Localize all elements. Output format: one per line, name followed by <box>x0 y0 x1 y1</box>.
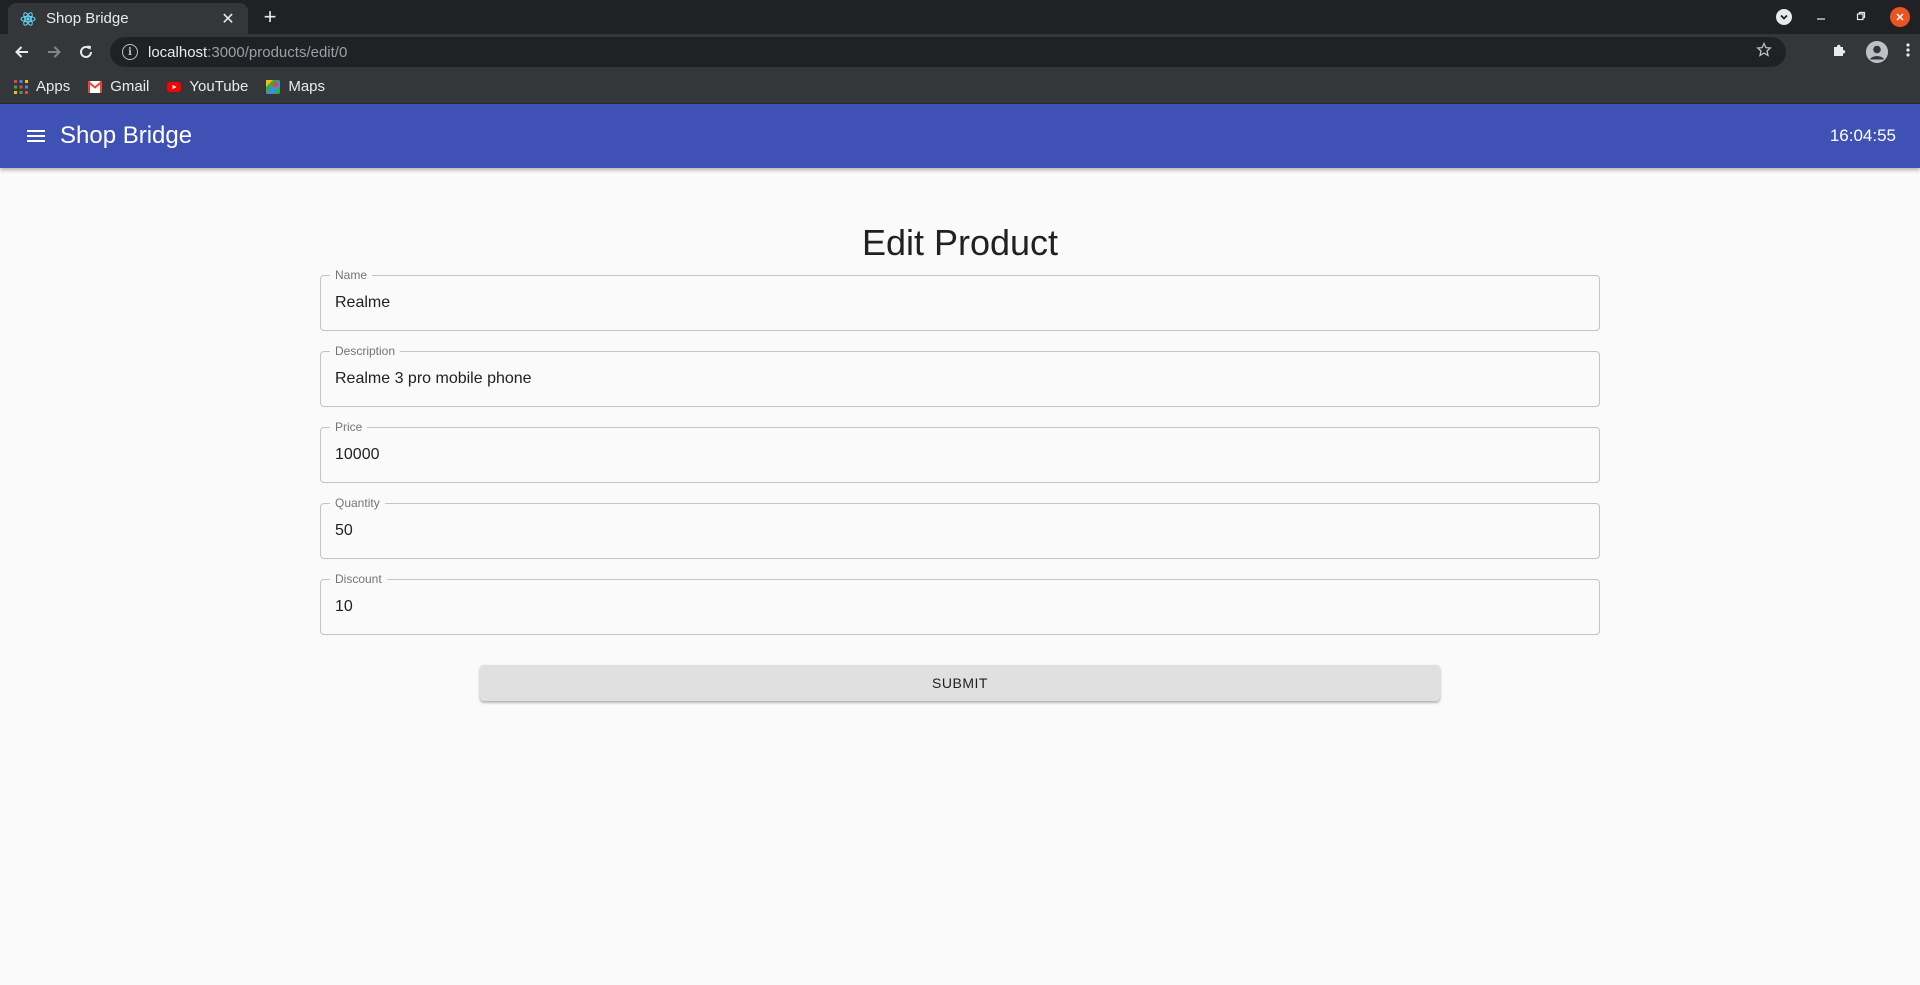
url-path: :3000/products/edit/0 <box>207 43 348 61</box>
page-title: Edit Product <box>861 222 1059 263</box>
discount-field: Discount <box>320 572 1600 635</box>
price-field: Price <box>320 420 1600 483</box>
description-input[interactable] <box>335 352 1585 406</box>
address-bar[interactable]: i localhost:3000/products/edit/0 <box>110 37 1786 67</box>
window-close-icon[interactable] <box>1890 7 1910 27</box>
browser-toolbar: i localhost:3000/products/edit/0 <box>0 34 1920 70</box>
restore-icon[interactable] <box>1850 10 1872 24</box>
site-info-icon[interactable]: i <box>122 44 138 60</box>
bookmarks-bar: Apps Gmail YouTube Maps <box>0 70 1920 104</box>
new-tab-button[interactable]: + <box>258 5 282 29</box>
browser-menu-icon[interactable] <box>1906 42 1910 63</box>
bookmark-youtube[interactable]: YouTube <box>167 78 248 95</box>
discount-input[interactable] <box>335 580 1585 634</box>
forward-icon[interactable] <box>40 38 68 66</box>
youtube-icon <box>167 80 182 94</box>
url-text[interactable]: localhost:3000/products/edit/0 <box>148 44 347 61</box>
submit-button[interactable]: SUBMIT <box>480 665 1440 701</box>
name-field: Name <box>320 268 1600 331</box>
bookmark-label: YouTube <box>189 78 249 95</box>
tab-close-icon[interactable]: ✕ <box>218 9 238 29</box>
hamburger-menu-icon[interactable] <box>12 112 60 160</box>
browser-tab-strip: Shop Bridge ✕ + <box>0 0 1920 34</box>
window-controls <box>1776 6 1910 28</box>
minimize-icon[interactable] <box>1810 10 1832 24</box>
url-host: localhost <box>148 43 208 61</box>
app-title: Shop Bridge <box>60 122 193 149</box>
bookmark-label: Maps <box>288 78 326 95</box>
bookmark-label: Apps <box>36 78 71 95</box>
bookmark-gmail[interactable]: Gmail <box>88 78 149 95</box>
bookmark-label: Gmail <box>110 78 150 95</box>
price-input[interactable] <box>335 428 1585 482</box>
apps-grid-icon <box>14 79 28 94</box>
reload-icon[interactable] <box>72 38 100 66</box>
quantity-field: Quantity <box>320 496 1600 559</box>
clock: 16:04:55 <box>1829 126 1896 145</box>
toolbar-actions <box>1832 38 1910 66</box>
quantity-input[interactable] <box>335 504 1585 558</box>
app-bar: Shop Bridge 16:04:55 <box>0 104 1920 168</box>
browser-tab[interactable]: Shop Bridge ✕ <box>8 3 248 34</box>
description-field: Description <box>320 344 1600 407</box>
extensions-puzzle-icon[interactable] <box>1832 42 1848 63</box>
profile-avatar-icon[interactable] <box>1866 41 1888 63</box>
gmail-icon <box>88 80 103 94</box>
tab-search-icon[interactable] <box>1776 9 1792 25</box>
tab-title: Shop Bridge <box>46 10 129 27</box>
bookmark-apps[interactable]: Apps <box>14 78 70 95</box>
name-input[interactable] <box>335 276 1585 330</box>
bookmark-star-icon[interactable] <box>1756 41 1772 63</box>
react-favicon-icon <box>20 11 36 27</box>
bookmark-maps[interactable]: Maps <box>266 78 325 95</box>
back-icon[interactable] <box>8 38 36 66</box>
maps-icon <box>266 79 281 94</box>
